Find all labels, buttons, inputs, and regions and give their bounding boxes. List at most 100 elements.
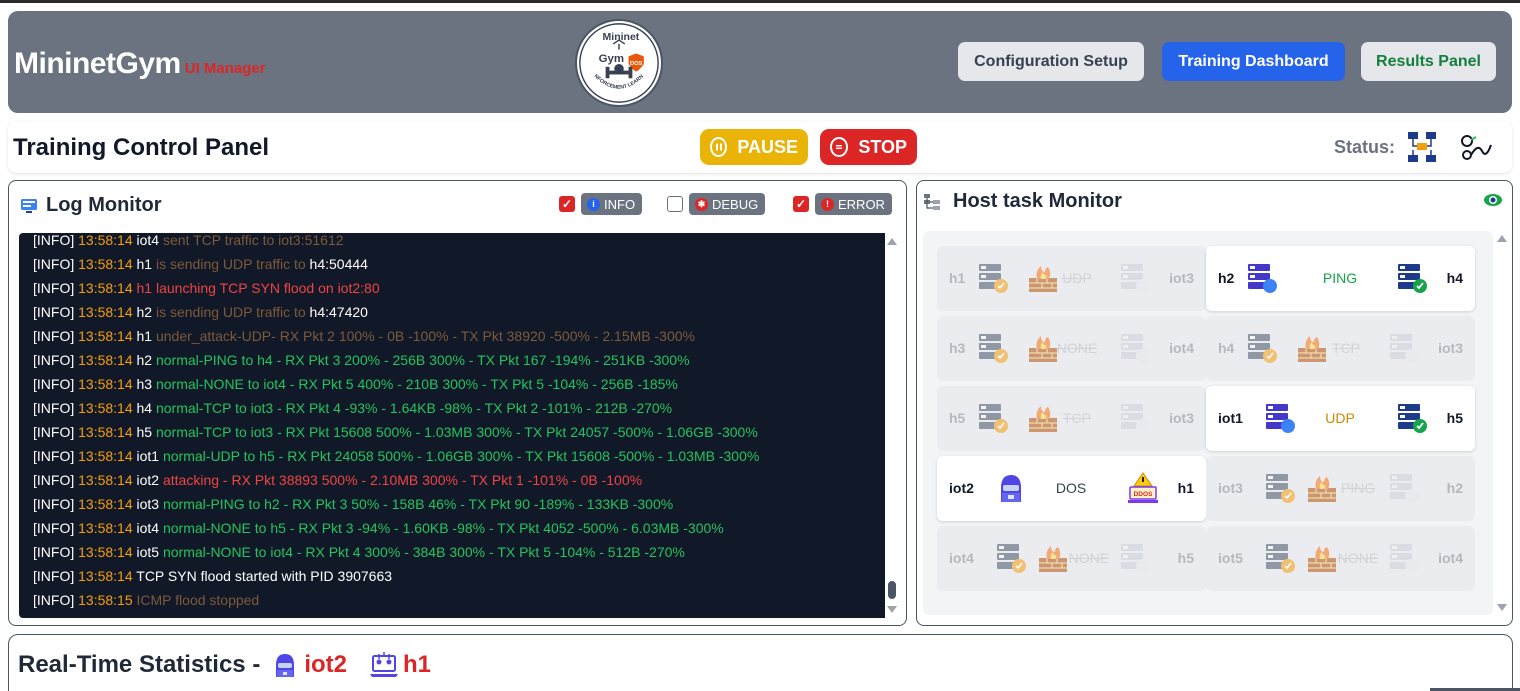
task-type: DOS [1055,480,1087,496]
log-line: [INFO] 13:58:14 h1 is sending UDP traffi… [33,252,883,276]
training-control-panel: Training Control Panel PAUSE STOP Status… [8,121,1512,173]
log-message: normal-UDP to h5 - RX Pkt 24058 500% - 1… [159,448,760,464]
scroll-thumb[interactable] [888,581,896,599]
app-title: MininetGym [14,47,181,80]
log-line: [INFO] 13:58:15 ICMP flood stopped [33,588,883,612]
task-type: PING [1340,480,1376,496]
host-scrollbar[interactable] [1495,231,1509,615]
log-line: [INFO] 13:58:14 h2 is sending UDP traffi… [33,300,883,324]
host-task-grid: h1 UDP iot3 h2 PING h4 h3 NONE iot4 h4 TCP iot3 h5 TC… [923,231,1493,615]
log-level: [INFO] [33,233,75,248]
scroll-down-icon[interactable] [887,606,897,613]
victim-laptop-icon [369,652,398,677]
server-lock-icon [1264,542,1296,574]
configuration-setup-button[interactable]: Configuration Setup [958,42,1144,81]
task-destination-host: h2 [1446,480,1463,496]
host-task-card-h5[interactable]: h5 TCP iot3 [937,386,1206,451]
task-type: NONE [1337,550,1379,566]
server-lock-icon [1264,472,1296,504]
scroll-up-icon[interactable] [887,238,897,245]
host-task-card-iot4[interactable]: iot4 NONE h5 [937,526,1206,591]
host-task-card-h2[interactable]: h2 PING h4 [1206,246,1475,311]
host-task-card-iot1[interactable]: iot1 UDP h5 [1206,386,1475,451]
filter-info[interactable]: ✓ i INFO [559,193,643,215]
log-monitor-title: Log Monitor [46,194,162,216]
host-task-card-iot5[interactable]: iot5 NONE iot4 [1206,526,1475,591]
error-checkbox[interactable]: ✓ [793,196,809,212]
log-scrollbar[interactable] [885,233,899,618]
log-message: attacking - RX Pkt 38893 500% - 2.10MB 3… [159,472,643,488]
debug-badge[interactable]: ✱ DEBUG [689,193,766,215]
task-destination-host: iot3 [1169,410,1194,426]
connection-wave-icon [1461,135,1492,160]
task-source-host: h1 [949,270,966,286]
app-subtitle: UI Manager [184,60,266,77]
task-source-host: iot1 [1218,410,1243,426]
info-checkbox[interactable]: ✓ [559,196,575,212]
eye-icon[interactable] [1483,192,1503,208]
log-level: [INFO] [33,328,75,344]
task-destination-host: iot3 [1438,340,1463,356]
log-message: normal-NONE to h5 - RX Pkt 3 -94% - 1.60… [159,520,724,536]
log-line: [INFO] 13:58:14 h4 normal-TCP to iot3 - … [33,396,883,420]
results-panel-button[interactable]: Results Panel [1361,42,1496,81]
bug-icon: ✱ [695,197,708,211]
log-host: h2 [136,352,153,368]
log-timestamp: 13:58:14 [78,448,133,464]
info-icon: i [587,197,600,211]
task-source-host: h5 [949,410,966,426]
log-message: is sending UDP traffic to [152,304,310,320]
log-timestamp: 13:58:14 [78,233,133,248]
stop-button[interactable]: STOP [820,129,917,165]
log-message: normal-NONE to iot4 - RX Pkt 5 400% - 21… [152,376,678,392]
filter-debug[interactable]: ✱ DEBUG [667,193,766,215]
status-label: Status: [1334,137,1396,157]
task-source-host: iot3 [1218,480,1243,496]
server-lock-icon [1246,332,1278,364]
stats-header: Real-Time Statistics - iot2 h1 [18,651,431,679]
log-line: [INFO] 13:58:14 h3 normal-NONE to iot4 -… [33,372,883,396]
log-output[interactable]: [INFO] 13:58:14 iot4 sent TCP traffic to… [19,233,895,618]
task-source-host: h2 [1218,270,1235,286]
server-lock-icon [995,542,1027,574]
log-level: [INFO] [33,400,75,416]
host-task-card-h4[interactable]: h4 TCP iot3 [1206,316,1475,381]
host-task-card-iot3[interactable]: iot3 PING h2 [1206,456,1475,521]
task-type: UDP [1062,270,1092,286]
log-message: normal-TCP to iot3 - RX Pkt 15608 500% -… [152,424,758,440]
protected-server-icon [1396,262,1428,294]
host-task-card-iot2[interactable]: iot2 DOS DDOS h1 [937,456,1206,521]
log-target: h4:47420 [309,304,368,320]
log-level: [INFO] [33,256,75,272]
host-monitor-title: Host task Monitor [953,190,1122,212]
log-level: [INFO] [33,472,75,488]
control-panel-title: Training Control Panel [13,134,270,161]
error-badge[interactable]: ! ERROR [815,193,892,215]
filter-error[interactable]: ✓ ! ERROR [793,193,892,215]
log-host: iot2 [136,472,160,488]
log-target: h4:50444 [309,256,368,272]
host-scroll-down-icon[interactable] [1497,604,1507,611]
attacker-icon [995,472,1027,504]
real-time-statistics-panel: Real-Time Statistics - iot2 h1 [8,634,1513,691]
logo-text-dos: DOS [630,61,643,67]
host-scroll-up-icon[interactable] [1497,235,1507,242]
log-host: h4 [136,400,153,416]
host-task-card-h1[interactable]: h1 UDP iot3 [937,246,1206,311]
server-lock-icon [977,262,1009,294]
debug-checkbox[interactable] [667,196,683,212]
log-level: [INFO] [33,376,75,392]
info-badge[interactable]: i INFO [581,193,643,215]
log-message: under_attack-UDP- RX Pkt 2 100% - 0B -10… [152,328,695,344]
log-host: h1 launching TCP SYN flood on iot2:80 [136,280,380,296]
pause-button[interactable]: PAUSE [700,129,808,165]
task-type: NONE [1056,340,1098,356]
training-dashboard-button[interactable]: Training Dashboard [1162,42,1345,81]
stop-label: STOP [858,136,907,157]
task-tree-icon [924,193,940,210]
host-task-card-h3[interactable]: h3 NONE iot4 [937,316,1206,381]
task-source-host: h4 [1218,340,1235,356]
log-line: [INFO] 13:58:14 iot4 sent TCP traffic to… [33,233,883,252]
network-topology-icon [1408,132,1436,162]
host-task-monitor-panel: Host task Monitor h1 UDP iot3 h2 PING h4 h3 NON… [916,180,1513,626]
